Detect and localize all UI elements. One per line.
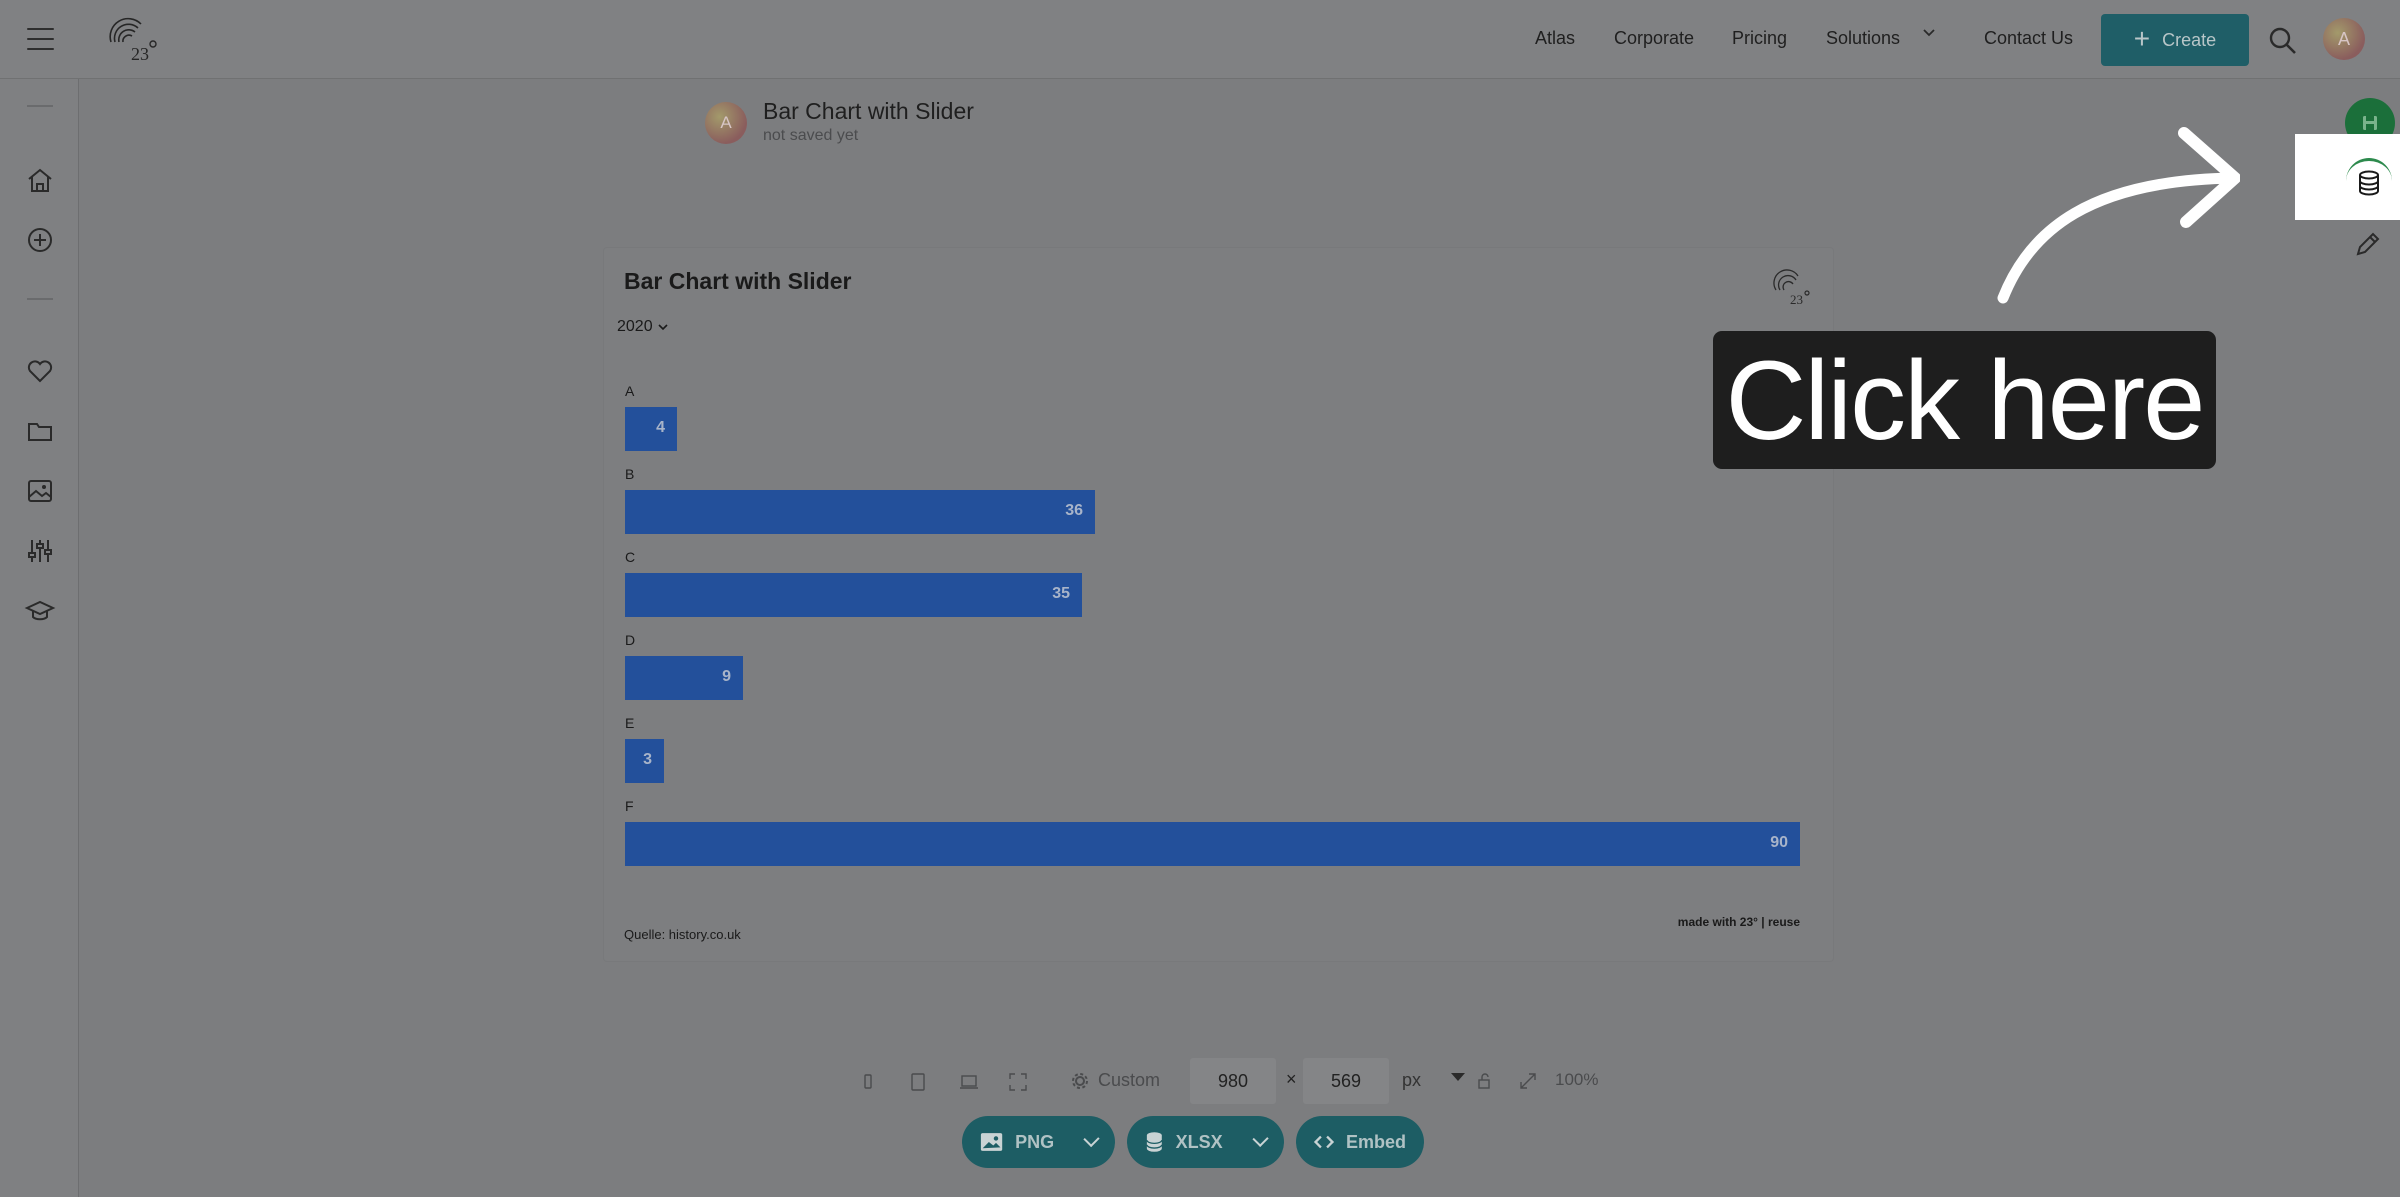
tablet-preview-icon[interactable] (906, 1070, 930, 1094)
home-icon[interactable] (24, 164, 56, 196)
save-status: not saved yet (763, 127, 859, 144)
chevron-down-icon (658, 324, 668, 331)
nav-atlas[interactable]: Atlas (1535, 28, 1575, 49)
lock-ratio-icon[interactable] (1474, 1070, 1496, 1092)
create-button[interactable]: + Create (2101, 14, 2249, 66)
plus-icon: + (2133, 22, 2151, 54)
chevron-down-icon[interactable] (1921, 24, 1937, 45)
fullscreen-icon[interactable] (1006, 1070, 1030, 1094)
folder-icon[interactable] (24, 415, 56, 447)
svg-text:23: 23 (131, 44, 149, 64)
search-icon[interactable] (2268, 26, 2298, 56)
chart-title: Bar Chart with Slider (624, 268, 852, 294)
unit-select[interactable]: px (1402, 1070, 1421, 1091)
logo[interactable]: 23 (105, 14, 165, 64)
height-input[interactable]: 569 (1303, 1058, 1389, 1104)
sliders-icon[interactable] (24, 535, 56, 567)
caret-down-icon[interactable] (1451, 1073, 1465, 1081)
bar-value-f: 90 (1770, 834, 1788, 851)
gear-icon (1072, 1072, 1088, 1089)
nav-solutions[interactable]: Solutions (1826, 28, 1900, 49)
times-symbol: × (1286, 1069, 1297, 1089)
heart-icon[interactable] (24, 355, 56, 387)
bar-value-b: 36 (1065, 502, 1083, 519)
save-icon (2363, 116, 2377, 130)
bar-value-c: 35 (1052, 585, 1070, 602)
create-label: Create (2162, 29, 2217, 50)
export-xlsx-label: XLSX (1175, 1131, 1223, 1152)
nav-contact[interactable]: Contact Us (1984, 28, 2073, 49)
size-preset-label: Custom (1098, 1070, 1161, 1090)
zoom-level: 100% (1555, 1070, 1599, 1089)
database-icon (1146, 1132, 1163, 1152)
bar-label-c: C (625, 549, 636, 565)
pencil-icon[interactable] (2352, 228, 2384, 260)
embed-label: Embed (1345, 1131, 1406, 1152)
chevron-down-icon[interactable] (1252, 1130, 1269, 1148)
bar-value-e: 3 (643, 751, 652, 768)
export-png-label: PNG (1015, 1131, 1055, 1152)
bar-label-b: B (625, 466, 635, 482)
export-png-button[interactable]: PNG (962, 1116, 1115, 1168)
year-value: 2020 (617, 318, 653, 335)
chart-source: Quelle: history.co.uk (624, 927, 741, 942)
bar-value-d: 9 (722, 668, 731, 685)
year-slider-select[interactable]: 2020 (617, 318, 669, 336)
bar-value-a: 4 (656, 419, 665, 436)
chevron-down-icon[interactable] (1083, 1130, 1100, 1148)
size-preset[interactable]: Custom (1070, 1070, 1160, 1091)
bar-c[interactable] (625, 573, 1082, 617)
document-title[interactable]: Bar Chart with Slider (763, 98, 974, 125)
svg-text:23: 23 (1790, 292, 1803, 307)
chart-credit[interactable]: made with 23° | reuse (1678, 915, 1800, 929)
width-input[interactable]: 980 (1190, 1058, 1276, 1104)
menu-icon[interactable] (27, 28, 54, 50)
tutorial-callout: Click here (1713, 331, 2216, 469)
user-avatar[interactable]: A (2323, 18, 2365, 60)
image-icon[interactable] (24, 475, 56, 507)
nav-corporate[interactable]: Corporate (1614, 28, 1694, 49)
embed-button[interactable]: Embed (1296, 1116, 1424, 1168)
image-icon (980, 1133, 1003, 1151)
database-icon (2359, 170, 2379, 195)
phone-preview-icon[interactable] (856, 1070, 880, 1094)
export-xlsx-button[interactable]: XLSX (1127, 1116, 1284, 1168)
data-button[interactable] (2346, 158, 2392, 204)
graduation-cap-icon[interactable] (24, 595, 56, 627)
bar-b[interactable] (625, 490, 1095, 534)
nav-pricing[interactable]: Pricing (1732, 28, 1787, 49)
sidebar (0, 79, 79, 1197)
laptop-preview-icon[interactable] (957, 1070, 981, 1094)
sidebar-divider (27, 298, 53, 300)
top-bar: 23 Atlas Corporate Pricing Solutions Con… (0, 0, 2400, 79)
bar-f[interactable] (625, 822, 1800, 866)
sidebar-divider (27, 105, 53, 107)
bar-label-e: E (625, 715, 635, 731)
code-icon (1314, 1135, 1334, 1149)
chart-logo: 23 (1772, 268, 1814, 308)
add-circle-icon[interactable] (24, 224, 56, 256)
bar-label-d: D (625, 632, 636, 648)
auto-size-icon[interactable] (1517, 1070, 1539, 1092)
bar-label-a: A (625, 383, 635, 399)
bar-label-f: F (625, 798, 634, 814)
document-owner-avatar: A (705, 102, 747, 144)
pointer-arrow-icon (1980, 120, 2241, 310)
